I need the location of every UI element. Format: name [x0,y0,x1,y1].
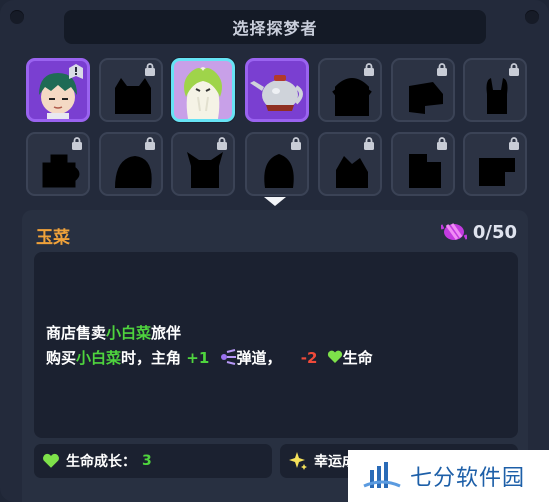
desc-text: 弹道， [236,349,282,367]
dialog-title-bar: 选择探梦者 [64,10,486,44]
lock-icon [509,137,519,150]
alert-badge-icon [69,64,83,79]
selection-pointer-icon [264,197,286,206]
character-silhouette-icon [42,154,80,188]
description-box [34,252,518,438]
lock-icon [217,137,227,150]
lock-icon [364,63,374,76]
collection-count: 0/50 [440,221,517,243]
character-slot-1[interactable] [26,58,90,122]
character-silhouette-icon [336,156,368,188]
character-slot-13[interactable] [391,132,455,196]
desc-text: 商店售卖 [46,324,107,342]
lock-icon [145,63,155,76]
stat-growth-label: 生命成长： [66,454,136,470]
character-slot-4[interactable] [245,58,309,122]
character-slot-14[interactable] [463,132,527,196]
character-silhouette-icon [479,158,515,186]
projectile-icon [220,349,236,365]
character-name: 玉菜 [36,228,70,248]
dialog-title: 选择探梦者 [232,19,318,38]
watermark: 七分软件园 [348,450,549,502]
character-silhouette-icon [409,154,441,188]
character-silhouette-icon [115,78,151,114]
lock-icon [509,63,519,76]
sparkle-icon [289,452,307,470]
lock-icon [72,137,82,150]
lock-icon [291,137,301,150]
candy-icon [440,223,467,240]
character-slot-11[interactable] [245,132,309,196]
watermark-text: 七分软件园 [410,466,526,491]
lock-icon [364,137,374,150]
screw-icon [10,10,24,24]
cabbage-portrait-icon [184,67,222,119]
lock-icon [437,63,447,76]
character-silhouette-icon [187,152,223,188]
character-slot-12[interactable] [318,132,382,196]
watermark-logo-icon [363,462,401,488]
character-slot-8[interactable] [26,132,90,196]
lock-icon [145,137,155,150]
character-slot-7[interactable] [463,58,527,122]
stat-growth-value: 3 [142,453,152,469]
character-slot-10[interactable] [171,132,235,196]
desc-highlight: 小白菜 [76,349,122,367]
desc-text: 时，主角 [121,349,187,367]
desc-text: 购买 [46,349,77,367]
character-silhouette-icon [486,78,508,114]
character-slot-9[interactable] [99,132,163,196]
character-slot-6[interactable] [391,58,455,122]
character-slot-3[interactable] [171,58,235,122]
character-slot-2[interactable] [99,58,163,122]
heart-icon [327,350,342,363]
description-line-1: 商店售卖小白菜旅伴 [46,322,181,343]
character-slot-5[interactable] [318,58,382,122]
collection-count-value: 0/50 [472,221,517,243]
lock-icon [437,137,447,150]
desc-highlight: 小白菜 [106,324,152,342]
desc-penalty-value: -2 [300,349,318,367]
desc-bonus-value: +1 [186,349,210,367]
teapot-portrait-icon [250,75,303,111]
character-silhouette-icon [264,154,294,188]
description-line-2: 购买小白菜时，主角 +1 弹道， -2 生命 [46,347,373,368]
screw-icon [525,10,539,24]
stat-growth: 生命成长： 3 [34,444,272,478]
desc-text: 旅伴 [151,324,182,342]
character-silhouette-icon [409,82,443,114]
character-silhouette-icon [115,156,152,188]
character-silhouette-icon [332,78,372,116]
heart-icon [43,453,59,468]
desc-text: 生命 [342,349,373,367]
